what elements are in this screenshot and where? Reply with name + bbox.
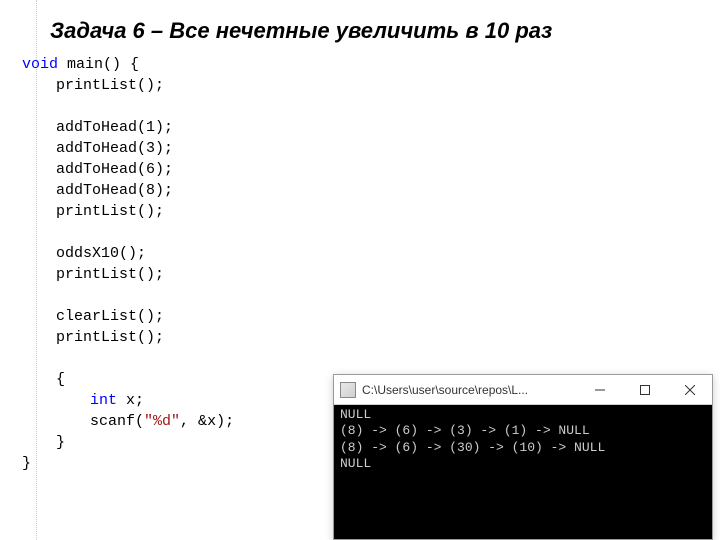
code-line xyxy=(22,222,720,243)
window-controls xyxy=(577,375,712,404)
code-line: printList(); xyxy=(22,327,720,348)
code-line: clearList(); xyxy=(22,306,720,327)
console-titlebar[interactable]: C:\Users\user\source\repos\L... xyxy=(334,375,712,405)
code-line: addToHead(8); xyxy=(22,180,720,201)
code-line: oddsX10(); xyxy=(22,243,720,264)
code-line xyxy=(22,348,720,369)
minimize-icon xyxy=(595,385,605,395)
console-title-text: C:\Users\user\source\repos\L... xyxy=(362,383,577,397)
console-output: NULL(8) -> (6) -> (3) -> (1) -> NULL(8) … xyxy=(334,405,712,539)
code-line: addToHead(6); xyxy=(22,159,720,180)
page-title: Задача 6 – Все нечетные увеличить в 10 р… xyxy=(0,0,720,44)
console-output-line: NULL xyxy=(340,456,706,472)
close-button[interactable] xyxy=(667,375,712,404)
maximize-button[interactable] xyxy=(622,375,667,404)
code-line: addToHead(3); xyxy=(22,138,720,159)
console-output-line: (8) -> (6) -> (30) -> (10) -> NULL xyxy=(340,440,706,456)
code-line xyxy=(22,285,720,306)
console-app-icon xyxy=(340,382,356,398)
console-output-line: (8) -> (6) -> (3) -> (1) -> NULL xyxy=(340,423,706,439)
close-icon xyxy=(685,385,695,395)
code-line xyxy=(22,96,720,117)
code-line: printList(); xyxy=(22,75,720,96)
code-line: printList(); xyxy=(22,201,720,222)
code-line: addToHead(1); xyxy=(22,117,720,138)
minimize-button[interactable] xyxy=(577,375,622,404)
code-line: printList(); xyxy=(22,264,720,285)
code-line: void main() { xyxy=(22,54,720,75)
maximize-icon xyxy=(640,385,650,395)
console-output-line: NULL xyxy=(340,407,706,423)
console-window: C:\Users\user\source\repos\L... NULL(8) … xyxy=(333,374,713,540)
